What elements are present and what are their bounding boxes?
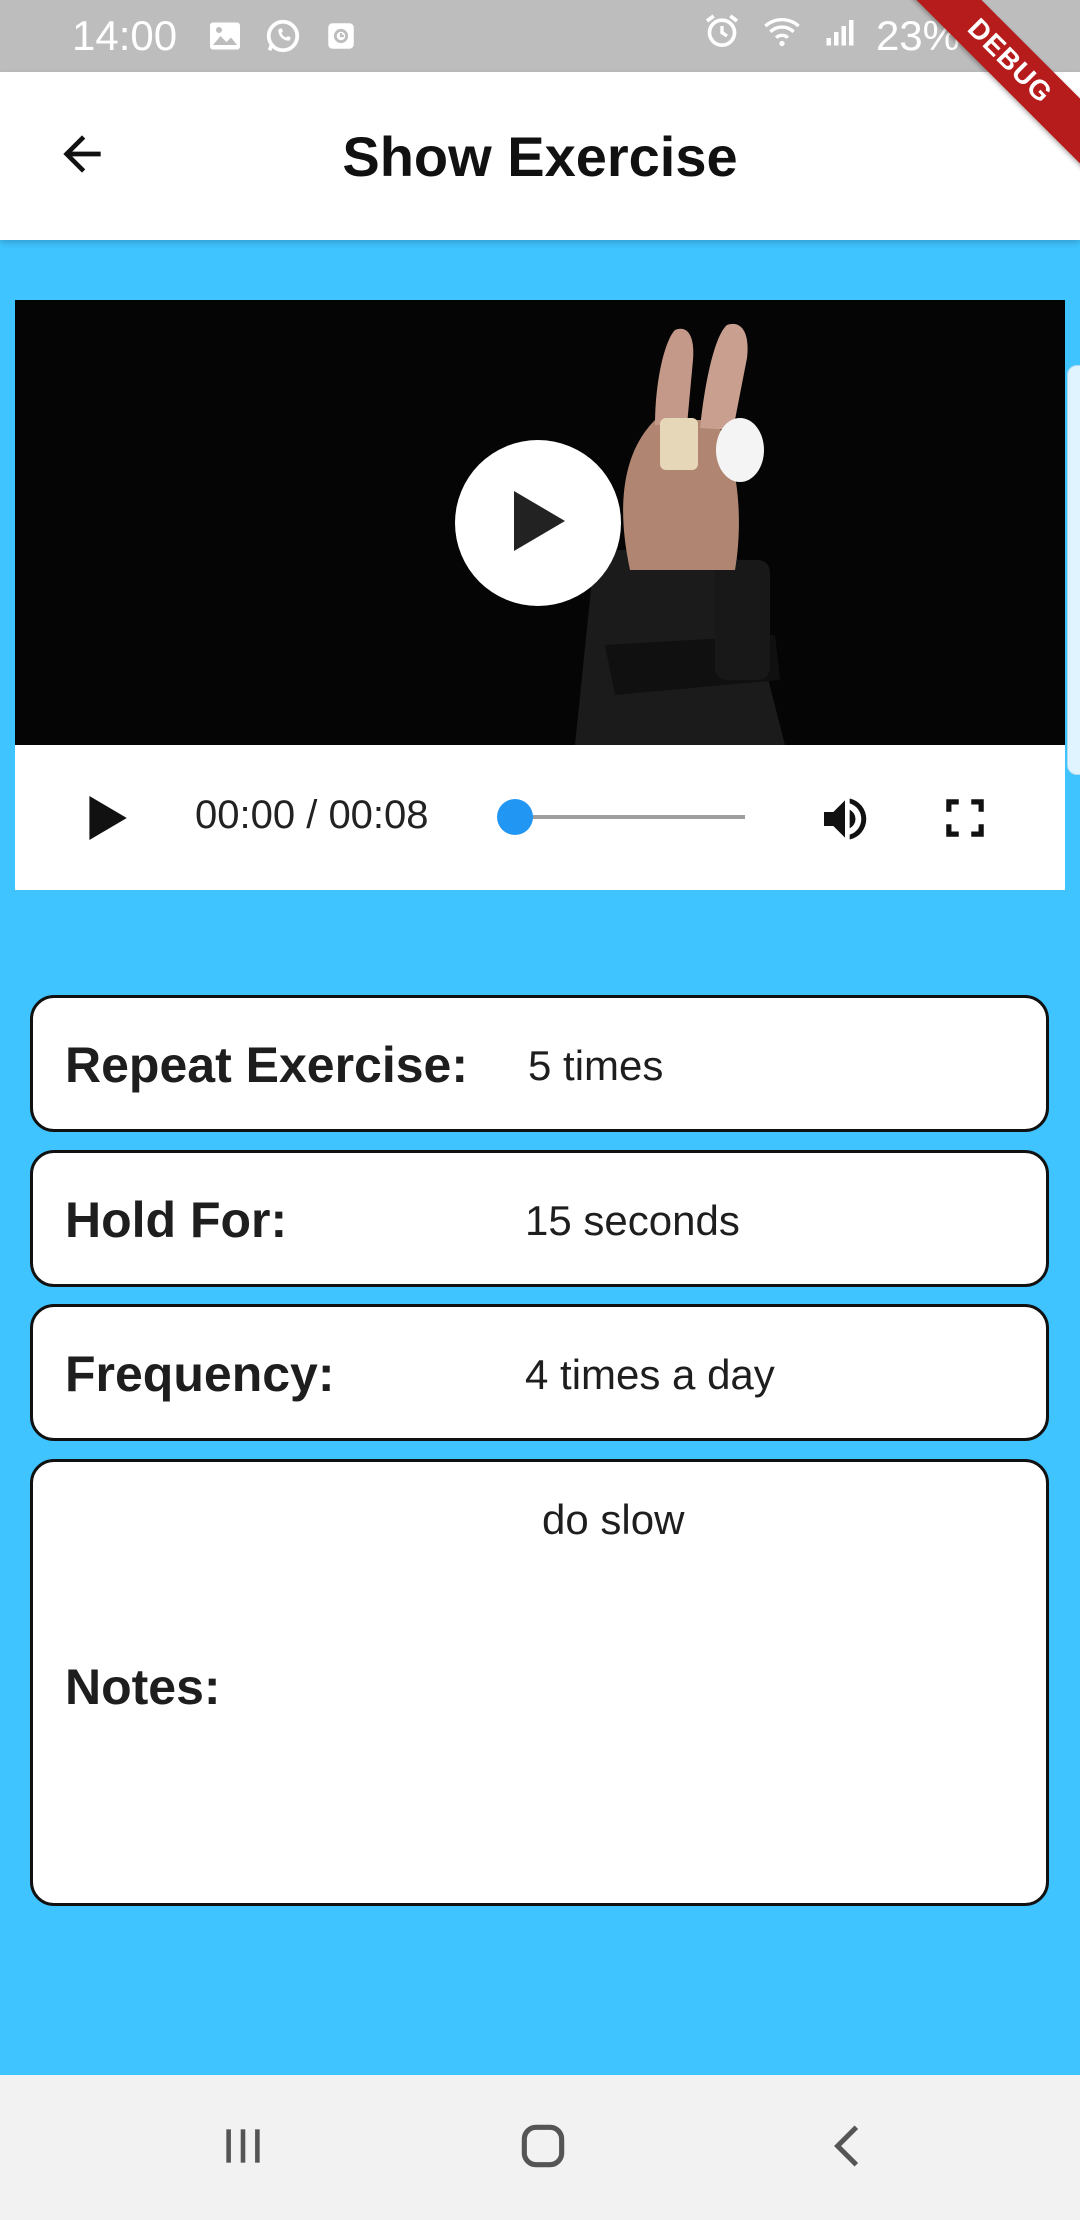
screen: 14:00 23% Show Exercise DEBUG 00:00 / 00… xyxy=(0,0,1080,2220)
recent-apps-icon xyxy=(218,2121,268,2176)
whatsapp-icon xyxy=(263,16,303,56)
recent-apps-button[interactable] xyxy=(210,2115,276,2181)
notes-label: Notes: xyxy=(65,1659,221,1715)
app-bar: Show Exercise xyxy=(0,72,1080,240)
video-frame[interactable] xyxy=(15,300,1065,745)
repeat-card: Repeat Exercise: 5 times xyxy=(30,995,1049,1132)
time-display: 00:00 / 00:08 xyxy=(195,793,429,837)
progress-thumb[interactable] xyxy=(497,799,533,835)
alarm-icon xyxy=(702,11,742,61)
frequency-card: Frequency: 4 times a day xyxy=(30,1304,1049,1441)
video-player[interactable]: 00:00 / 00:08 xyxy=(15,300,1065,890)
repeat-label: Repeat Exercise: xyxy=(65,1037,469,1093)
home-button[interactable] xyxy=(510,2115,576,2181)
hold-value: 15 seconds xyxy=(525,1197,740,1244)
page-title: Show Exercise xyxy=(342,125,738,188)
status-time: 14:00 xyxy=(72,12,178,59)
frequency-value: 4 times a day xyxy=(525,1351,775,1398)
back-icon xyxy=(823,2121,873,2176)
fullscreen-button[interactable] xyxy=(940,793,990,843)
system-nav-bar xyxy=(0,2075,1080,2220)
hold-label: Hold For: xyxy=(65,1192,288,1248)
frequency-label: Frequency: xyxy=(65,1346,335,1402)
signal-icon xyxy=(822,12,858,60)
volume-button[interactable] xyxy=(815,791,875,847)
fullscreen-icon xyxy=(940,799,990,847)
wifi-icon xyxy=(760,11,804,61)
hold-card: Hold For: 15 seconds xyxy=(30,1150,1049,1287)
play-icon xyxy=(85,796,129,847)
home-icon xyxy=(515,2118,571,2179)
progress-track xyxy=(515,815,745,819)
status-bar: 14:00 23% xyxy=(0,0,1080,72)
play-icon xyxy=(508,488,568,559)
calendar-icon xyxy=(321,16,361,56)
notes-card: Notes: do slow xyxy=(30,1459,1049,1906)
video-controls: 00:00 / 00:08 xyxy=(15,745,1065,890)
play-button[interactable] xyxy=(85,793,135,843)
volume-icon xyxy=(815,798,875,851)
progress-slider[interactable] xyxy=(497,799,745,835)
notes-value: do slow xyxy=(542,1496,685,1543)
system-back-button[interactable] xyxy=(815,2115,881,2181)
big-play-button[interactable] xyxy=(455,440,621,606)
repeat-value: 5 times xyxy=(528,1042,664,1089)
side-scroll-tab[interactable] xyxy=(1067,365,1080,775)
image-icon xyxy=(205,16,245,56)
